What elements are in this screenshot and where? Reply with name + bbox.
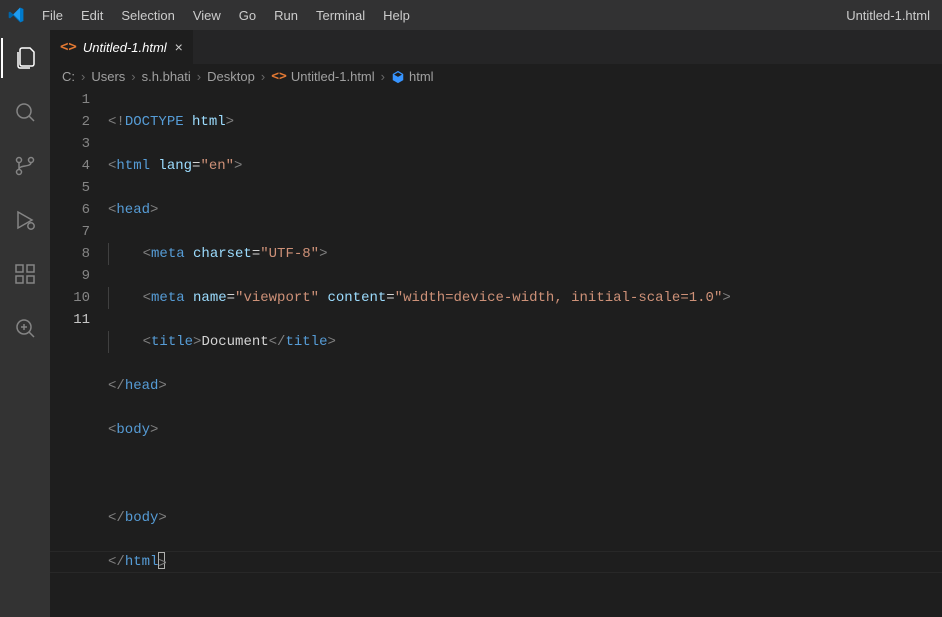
extensions-icon — [13, 262, 37, 286]
tab-close-icon[interactable]: × — [175, 39, 183, 55]
activity-zoom[interactable] — [1, 308, 49, 348]
chevron-right-icon: › — [381, 69, 385, 84]
code-line[interactable]: <!DOCTYPE html> — [108, 111, 942, 133]
bc-users[interactable]: Users — [91, 69, 125, 84]
code-line[interactable]: <html lang="en"> — [108, 155, 942, 177]
chevron-right-icon: › — [261, 69, 265, 84]
html-file-icon: <> — [60, 39, 77, 55]
html-file-icon: <> — [271, 69, 287, 84]
menu-bar: File Edit Selection View Go Run Terminal… — [34, 4, 418, 27]
zoom-in-icon — [13, 316, 37, 340]
code-line[interactable]: </html> — [108, 551, 942, 573]
code-line[interactable]: </body> — [108, 507, 942, 529]
menu-run[interactable]: Run — [266, 4, 306, 27]
activity-search[interactable] — [1, 92, 49, 132]
menu-edit[interactable]: Edit — [73, 4, 111, 27]
code-line[interactable]: <meta name="viewport" content="width=dev… — [108, 287, 942, 309]
editor-area: <> Untitled-1.html × C: › Users › s.h.bh… — [50, 30, 942, 617]
activity-extensions[interactable] — [1, 254, 49, 294]
main: <> Untitled-1.html × C: › Users › s.h.bh… — [0, 30, 942, 617]
activity-run-debug[interactable] — [1, 200, 49, 240]
bc-file[interactable]: <> Untitled-1.html — [271, 69, 374, 84]
code-lines[interactable]: <!DOCTYPE html> <html lang="en"> <head> … — [108, 89, 942, 617]
bc-symbol[interactable]: html — [391, 69, 434, 84]
window-title: Untitled-1.html — [846, 8, 934, 23]
menu-terminal[interactable]: Terminal — [308, 4, 373, 27]
code-line[interactable]: <head> — [108, 199, 942, 221]
code-editor[interactable]: 1234567891011 <!DOCTYPE html> <html lang… — [50, 89, 942, 617]
breadcrumbs[interactable]: C: › Users › s.h.bhati › Desktop › <> Un… — [50, 64, 942, 89]
code-line[interactable]: <title>Document</title> — [108, 331, 942, 353]
text-cursor: > — [158, 552, 165, 569]
menu-go[interactable]: Go — [231, 4, 264, 27]
code-line[interactable] — [108, 463, 942, 485]
bc-user[interactable]: s.h.bhati — [142, 69, 191, 84]
code-line[interactable]: <body> — [108, 419, 942, 441]
menu-file[interactable]: File — [34, 4, 71, 27]
bc-drive[interactable]: C: — [62, 69, 75, 84]
tab-untitled-1[interactable]: <> Untitled-1.html × — [50, 30, 194, 64]
activity-bar — [0, 30, 50, 617]
branch-icon — [13, 154, 37, 178]
editor-tabs: <> Untitled-1.html × — [50, 30, 942, 64]
search-icon — [13, 100, 37, 124]
chevron-right-icon: › — [131, 69, 135, 84]
bc-symbol-label: html — [409, 69, 434, 84]
line-number-gutter: 1234567891011 — [50, 89, 108, 617]
menu-help[interactable]: Help — [375, 4, 418, 27]
bc-desktop[interactable]: Desktop — [207, 69, 255, 84]
tab-label: Untitled-1.html — [83, 40, 167, 55]
activity-source-control[interactable] — [1, 146, 49, 186]
menu-selection[interactable]: Selection — [113, 4, 182, 27]
chevron-right-icon: › — [81, 69, 85, 84]
activity-explorer[interactable] — [1, 38, 49, 78]
chevron-right-icon: › — [197, 69, 201, 84]
files-icon — [14, 46, 38, 70]
code-line[interactable]: <meta charset="UTF-8"> — [108, 243, 942, 265]
vscode-logo-icon — [8, 7, 24, 23]
play-bug-icon — [13, 208, 37, 232]
symbol-icon — [391, 70, 405, 84]
titlebar: File Edit Selection View Go Run Terminal… — [0, 0, 942, 30]
menu-view[interactable]: View — [185, 4, 229, 27]
bc-file-label: Untitled-1.html — [291, 69, 375, 84]
code-line[interactable]: </head> — [108, 375, 942, 397]
